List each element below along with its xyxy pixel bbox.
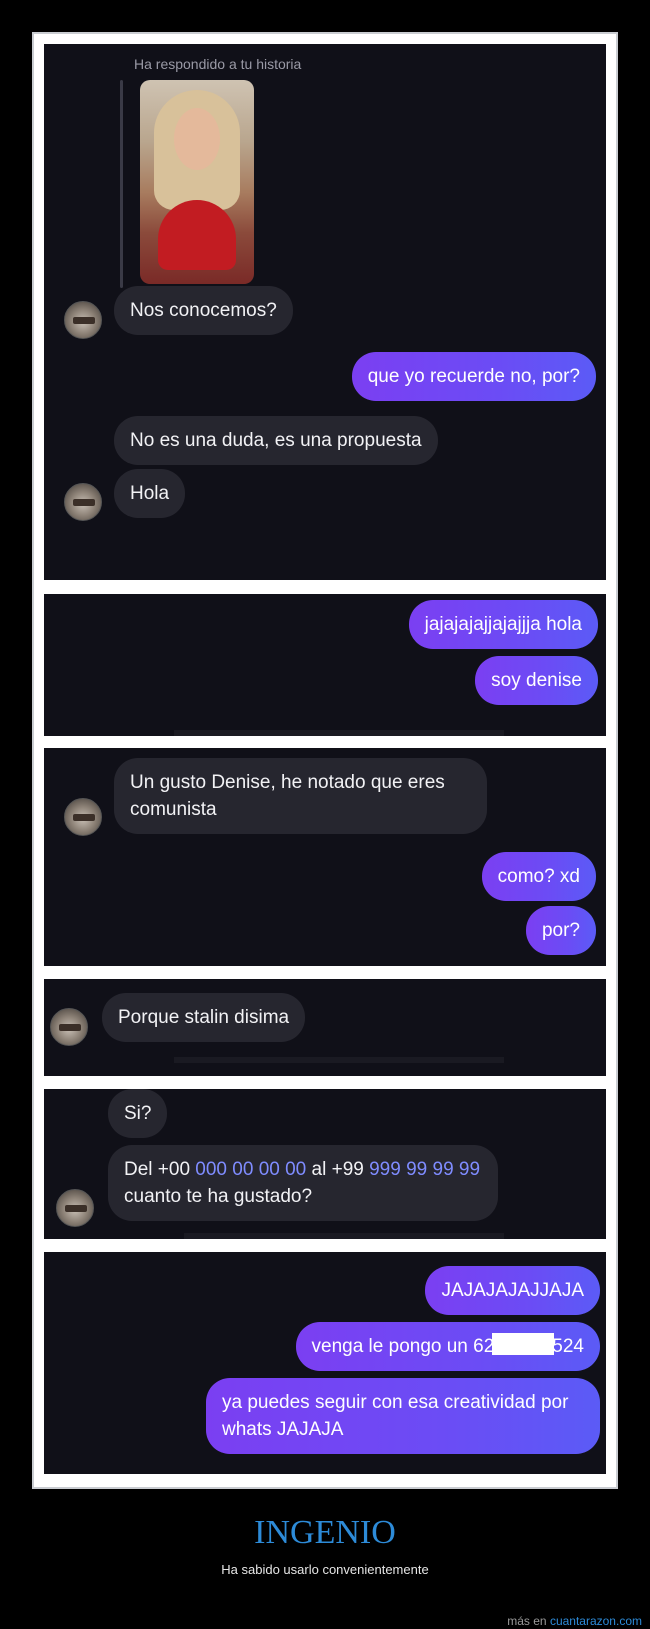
chat-panel-4: Porque stalin disima xyxy=(44,979,606,1076)
avatar[interactable] xyxy=(50,1008,88,1046)
message-incoming: Un gusto Denise, he notado que eres comu… xyxy=(114,758,487,834)
footer-subtitle: Ha sabido usarlo convenientemente xyxy=(221,1562,429,1577)
message-text: venga le pongo un 62 xyxy=(311,1336,495,1357)
credit-prefix: más en xyxy=(507,1614,550,1628)
divider xyxy=(174,730,504,736)
credit-site-link[interactable]: cuantarazon.com xyxy=(550,1614,642,1628)
message-outgoing: ya puedes seguir con esa creatividad por… xyxy=(206,1378,600,1454)
avatar[interactable] xyxy=(64,483,102,521)
message-incoming: Hola xyxy=(114,469,186,518)
message-outgoing: soy denise xyxy=(475,656,598,705)
message-text: 524 xyxy=(552,1336,584,1357)
phone-link[interactable]: 99 99 xyxy=(433,1159,481,1180)
chat-panel-5: Si? Del +00 000 00 00 00 al +99 999 99 9… xyxy=(44,1089,606,1239)
message-incoming-phone: Del +00 000 00 00 00 al +99 999 99 99 99… xyxy=(108,1145,498,1221)
message-text: Del +00 xyxy=(124,1159,196,1180)
message-outgoing: por? xyxy=(525,906,596,955)
chat-panel-1: Ha respondido a tu historia Nos conocemo… xyxy=(44,44,606,580)
message-text: al +99 xyxy=(306,1159,370,1180)
message-outgoing: como? xd xyxy=(481,852,596,901)
redaction-box xyxy=(492,1333,555,1355)
message-outgoing-redacted: venga le pongo un 62 524 xyxy=(295,1322,600,1371)
message-incoming: Si? xyxy=(108,1089,168,1138)
phone-link[interactable]: 000 00 00 00 xyxy=(195,1159,306,1180)
divider xyxy=(174,1057,504,1063)
story-thumbnail[interactable] xyxy=(140,80,254,284)
message-incoming: Porque stalin disima xyxy=(102,993,306,1042)
phone-link[interactable]: 999 99 xyxy=(369,1159,427,1180)
footer-title: INGENIO xyxy=(254,1514,396,1551)
message-text: cuanto te ha gustado? xyxy=(124,1186,313,1207)
message-outgoing: JAJAJAJAJJAJA xyxy=(425,1266,600,1315)
chat-panel-3: Un gusto Denise, he notado que eres comu… xyxy=(44,748,606,966)
message-incoming: Nos conocemos? xyxy=(114,286,293,335)
divider xyxy=(184,1233,504,1239)
site-credit[interactable]: más en cuantarazon.com xyxy=(507,1614,642,1628)
avatar[interactable] xyxy=(64,301,102,339)
avatar[interactable] xyxy=(64,798,102,836)
story-reply-bar xyxy=(120,80,123,288)
message-incoming: No es una duda, es una propuesta xyxy=(114,416,438,465)
chat-panel-6: JAJAJAJAJJAJA venga le pongo un 62 524 ya… xyxy=(44,1252,606,1474)
chat-panel-2: jajajajajjajajjja hola soy denise xyxy=(44,594,606,736)
message-outgoing: jajajajajjajajjja hola xyxy=(408,600,598,649)
story-reply-label: Ha respondido a tu historia xyxy=(134,56,302,72)
avatar[interactable] xyxy=(56,1189,94,1227)
message-outgoing: que yo recuerde no, por? xyxy=(351,352,596,401)
